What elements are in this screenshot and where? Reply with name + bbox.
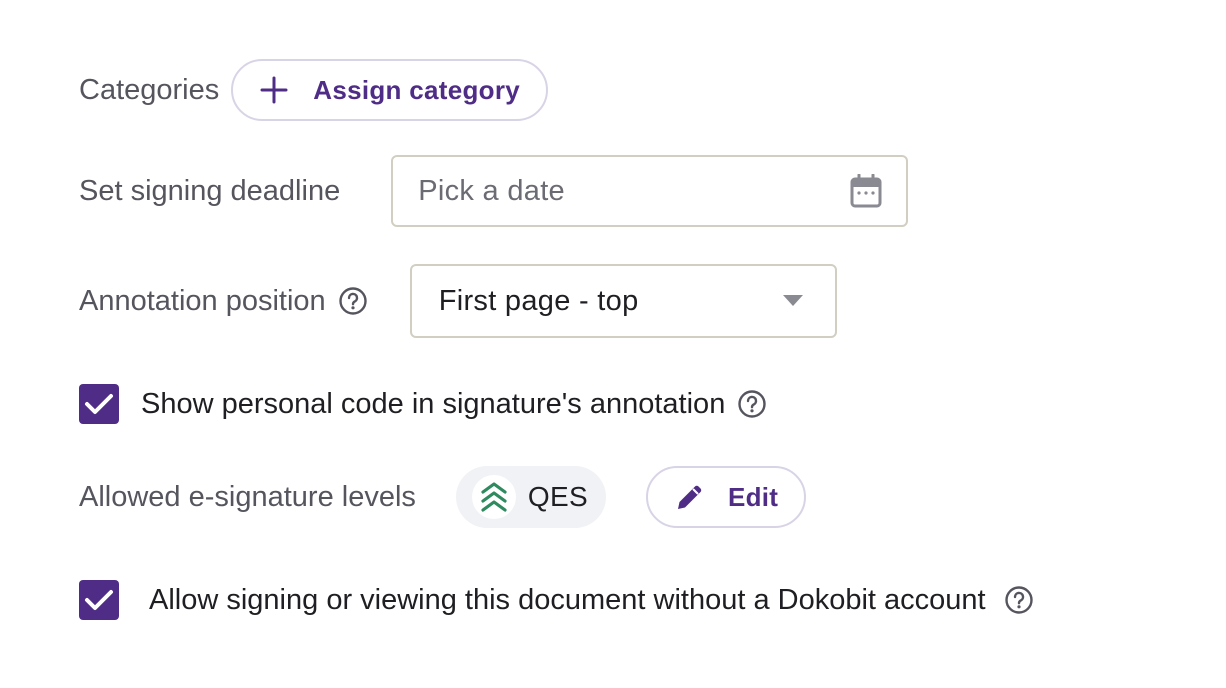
assign-category-label: Assign category [313,74,521,105]
categories-row: Categories Assign category [79,59,549,121]
calendar-icon[interactable] [850,174,882,208]
date-placeholder: Pick a date [418,174,565,207]
qes-level-text: QES [527,481,588,512]
personal-code-label: Show personal code in signature's annota… [141,387,726,420]
personal-code-checkbox[interactable] [79,384,119,424]
check-icon [85,590,113,610]
qes-level-badge: QES [455,466,606,528]
deadline-date-input[interactable]: Pick a date [391,155,909,227]
signature-levels-row: Allowed e-signature levels QES Edit [79,466,807,528]
annotation-position-select[interactable]: First page - top [409,264,837,338]
no-account-row: Allow signing or viewing this document w… [79,577,1034,623]
pencil-icon [674,481,706,513]
annotation-label: Annotation position [79,284,326,317]
categories-label: Categories [79,73,220,106]
plus-icon [259,75,289,105]
annotation-selected-value: First page - top [438,284,639,317]
edit-button-label: Edit [727,481,779,512]
badge-icon-circle [471,475,516,519]
chevrons-up-icon [481,482,507,512]
question-circle-icon[interactable] [1004,585,1034,615]
no-account-label: Allow signing or viewing this document w… [149,583,986,616]
signature-levels-label: Allowed e-signature levels [79,480,416,513]
chevron-down-icon [782,295,803,307]
personal-code-row: Show personal code in signature's annota… [79,381,767,427]
assign-category-button[interactable]: Assign category [231,59,549,121]
check-icon [85,394,113,414]
edit-signature-levels-button[interactable]: Edit [645,466,807,528]
question-circle-icon[interactable] [338,286,368,316]
deadline-label: Set signing deadline [79,174,341,207]
deadline-row: Set signing deadline Pick a date [79,155,909,227]
no-account-checkbox[interactable] [79,580,119,620]
question-circle-icon[interactable] [737,389,767,419]
annotation-row: Annotation position First page - top [79,264,837,338]
